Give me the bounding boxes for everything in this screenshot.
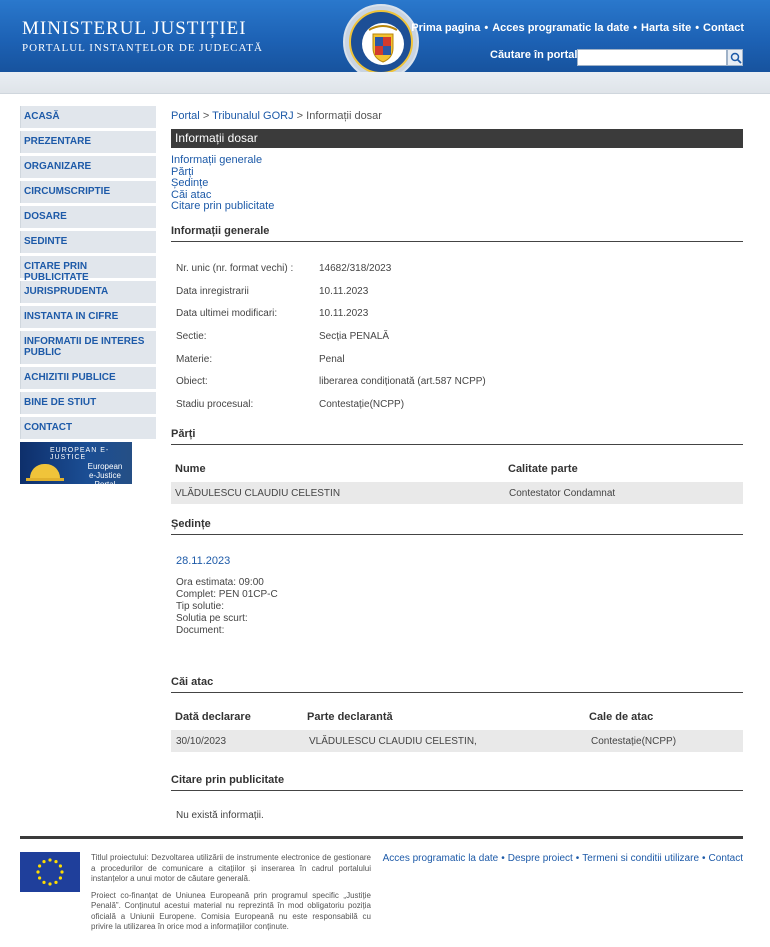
section-title-general: Informații generale	[171, 225, 743, 242]
info-label: Materie:	[176, 354, 213, 365]
breadcrumb-current: Informații dosar	[306, 110, 382, 122]
info-label: Obiect:	[176, 376, 208, 387]
cell-data: 30/10/2023	[176, 736, 227, 747]
table-row: VLĂDULESCU CLAUDIU CELESTIN Contestator …	[171, 482, 743, 504]
footer-links: Acces programatic la date • Despre proiect…	[382, 853, 743, 864]
eu-flag-icon	[20, 852, 80, 892]
column-header-nume: Nume	[175, 463, 206, 475]
sedinta-detail: Ora estimata: 09:00	[176, 577, 264, 588]
info-label: Nr. unic (nr. format vechi) :	[176, 263, 294, 274]
ejustice-small-label: EUROPEAN E-JUSTICE	[50, 447, 110, 461]
info-value: Contestație(NCPP)	[319, 399, 405, 410]
sidebar-item-achizitii[interactable]: ACHIZITII PUBLICE	[20, 367, 156, 389]
nav-contact[interactable]: Contact	[703, 22, 744, 34]
coat-of-arms-icon	[349, 10, 413, 74]
cell-calitate: Contestator Condamnat	[509, 488, 616, 499]
cell-cale: Contestație(NCPP)	[591, 736, 677, 747]
breadcrumb-court[interactable]: Tribunalul GORJ	[212, 110, 294, 122]
crest-logo[interactable]	[343, 4, 419, 80]
anchor-sedinte[interactable]: Ședințe	[171, 177, 274, 190]
cell-parte: VLĂDULESCU CLAUDIU CELESTIN,	[309, 736, 477, 747]
anchor-informatii-generale[interactable]: Informații generale	[171, 154, 274, 167]
sidebar-item-organizare[interactable]: ORGANIZARE	[20, 156, 156, 178]
footer-paragraph: Proiect co-finanțat de Uniunea Europeană…	[91, 890, 371, 932]
section-title-citare: Citare prin publicitate	[171, 774, 743, 791]
ejustice-logo-icon	[30, 464, 60, 478]
sidebar-item-contact[interactable]: CONTACT	[20, 417, 156, 439]
ejustice-banner[interactable]: EUROPEAN E-JUSTICE European e-Justice Po…	[20, 442, 132, 484]
sedinta-detail: Document:	[176, 625, 225, 636]
info-label: Data ultimei modificari:	[176, 308, 278, 319]
sidebar-item-prezentare[interactable]: PREZENTARE	[20, 131, 156, 153]
footer-link-termeni[interactable]: Termeni si conditii utilizare	[582, 853, 699, 864]
sidebar-item-acasa[interactable]: ACASĂ	[20, 106, 156, 128]
empty-message: Nu există informații.	[176, 810, 264, 821]
column-header-cale: Cale de atac	[589, 711, 654, 723]
section-title-parti: Părți	[171, 428, 743, 445]
search-input[interactable]	[577, 49, 727, 66]
ejustice-label: European e-Justice Portal	[87, 462, 123, 484]
table-row: 30/10/2023 VLĂDULESCU CLAUDIU CELESTIN, …	[171, 730, 743, 752]
info-value: 14682/318/2023	[319, 263, 392, 274]
sidebar-item-jurisprudenta[interactable]: JURISPRUDENTA	[20, 281, 156, 303]
breadcrumb-portal[interactable]: Portal	[171, 110, 200, 122]
header-strip	[0, 72, 770, 94]
sidebar-item-informatii-interes-public[interactable]: INFORMATII DE INTERES PUBLIC	[20, 331, 156, 364]
column-header-data: Dată declarare	[175, 711, 251, 723]
sidebar-menu: ACASĂ PREZENTARE ORGANIZARE CIRCUMSCRIPT…	[20, 106, 156, 484]
sidebar-item-bine-de-stiut[interactable]: BINE DE STIUT	[20, 392, 156, 414]
site-subtitle[interactable]: PORTALUL INSTANȚELOR DE JUDECATĂ	[22, 42, 263, 54]
nav-harta-site[interactable]: Harta site	[641, 22, 691, 34]
sidebar-item-circumscriptie[interactable]: CIRCUMSCRIPTIE	[20, 181, 156, 203]
sidebar-item-dosare[interactable]: DOSARE	[20, 206, 156, 228]
section-title-sedinte: Ședințe	[171, 518, 743, 535]
site-title[interactable]: MINISTERUL JUSTIȚIEI	[22, 18, 247, 40]
sidebar-item-instanta-in-cifre[interactable]: INSTANTA IN CIFRE	[20, 306, 156, 328]
site-header: MINISTERUL JUSTIȚIEI PORTALUL INSTANȚELO…	[0, 0, 770, 80]
search-button[interactable]	[727, 49, 743, 66]
breadcrumb: Portal > Tribunalul GORJ > Informații do…	[171, 110, 382, 122]
info-label: Stadiu procesual:	[176, 399, 254, 410]
footer-project-text: Titlul proiectului: Dezvoltarea utilizăr…	[91, 853, 371, 939]
footer-link-contact[interactable]: Contact	[709, 853, 743, 864]
cell-nume: VLĂDULESCU CLAUDIU CELESTIN	[175, 488, 341, 499]
top-navigation: Prima pagina • Acces programatic la date • H…	[411, 22, 744, 34]
anchor-citare[interactable]: Citare prin publicitate	[171, 200, 274, 213]
nav-prima-pagina[interactable]: Prima pagina	[411, 22, 480, 34]
info-value: liberarea condiționată (art.587 NCPP)	[319, 376, 486, 387]
nav-acces-programatic[interactable]: Acces programatic la date	[492, 22, 629, 34]
info-value: Secția PENALĂ	[319, 331, 390, 342]
sedinta-date: 28.11.2023	[176, 555, 231, 567]
sedinta-detail: Complet: PEN 01CP-C	[176, 589, 278, 600]
page-title: Informații dosar	[171, 129, 743, 148]
footer-divider	[20, 836, 743, 839]
footer-link-despre-proiect[interactable]: Despre proiect	[508, 853, 573, 864]
footer-link-acces-programatic[interactable]: Acces programatic la date	[383, 853, 499, 864]
info-value: Penal	[319, 354, 345, 365]
info-label: Data inregistrarii	[176, 286, 249, 297]
column-header-parte: Parte declarantă	[307, 711, 393, 723]
info-value: 10.11.2023	[319, 308, 369, 319]
info-value: 10.11.2023	[319, 286, 369, 297]
column-header-calitate: Calitate parte	[508, 463, 578, 475]
info-label: Sectie:	[176, 331, 207, 342]
section-anchors: Informații generale Părți Ședințe Căi at…	[171, 154, 274, 213]
sidebar-item-sedinte[interactable]: SEDINTE	[20, 231, 156, 253]
sidebar-item-citare[interactable]: CITARE PRIN PUBLICITATE	[20, 256, 156, 283]
search-icon	[730, 52, 742, 64]
sedinta-detail: Tip solutie:	[176, 601, 224, 612]
section-title-cai-atac: Căi atac	[171, 676, 743, 693]
footer-paragraph: Titlul proiectului: Dezvoltarea utilizăr…	[91, 853, 371, 883]
sedinta-detail: Solutia pe scurt:	[176, 613, 248, 624]
search-label: Căutare în portal	[490, 49, 578, 61]
